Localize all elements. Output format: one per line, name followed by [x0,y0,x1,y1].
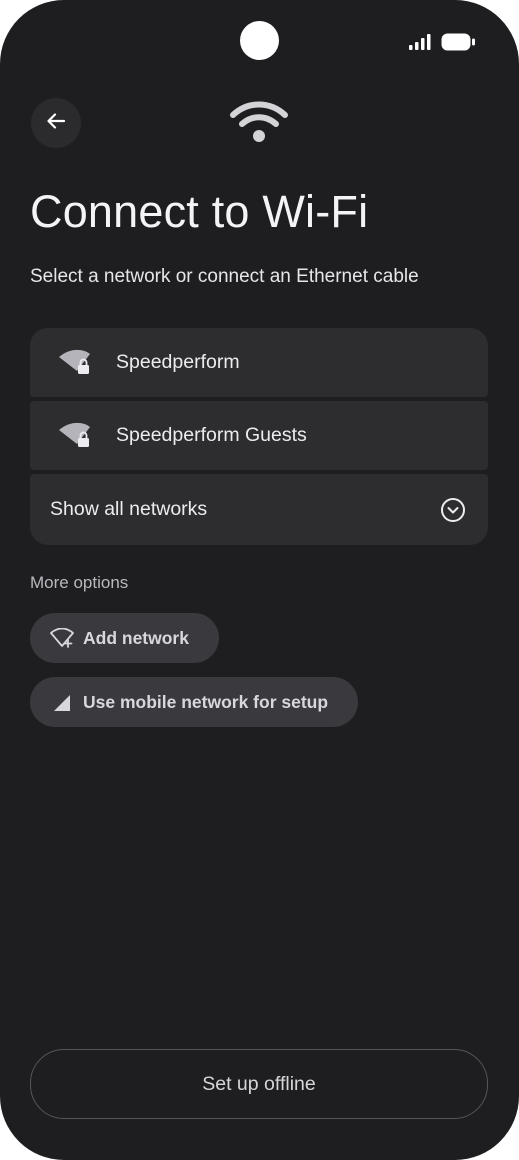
page-subtitle: Select a network or connect an Ethernet … [30,266,419,287]
show-all-networks-button[interactable]: Show all networks [30,474,488,545]
page-title: Connect to Wi-Fi [30,186,369,237]
cellular-signal-icon [409,34,431,55]
arrow-back-icon [46,111,66,136]
expand-circle-down-icon [440,497,466,523]
network-item-speedperform[interactable]: Speedperform [30,328,488,397]
use-mobile-network-label: Use mobile network for setup [83,691,329,712]
back-button[interactable] [31,98,81,148]
network-item-speedperform-guests[interactable]: Speedperform Guests [30,401,488,470]
cellular-icon [50,692,74,712]
wifi-locked-icon [58,348,94,378]
use-mobile-network-button[interactable]: Use mobile network for setup [30,677,359,727]
network-list: Speedperform Speedperform Guests Show al… [30,328,488,545]
set-up-offline-label: Set up offline [202,1072,316,1095]
more-options-heading: More options [30,573,129,592]
show-all-networks-label: Show all networks [50,498,208,520]
set-up-offline-button[interactable]: Set up offline [30,1049,488,1119]
add-network-label: Add network [83,627,189,648]
network-name: Speedperform Guests [116,424,307,446]
add-network-button[interactable]: Add network [30,613,219,663]
wifi-locked-icon [58,421,94,451]
phone-screen: Connect to Wi-Fi Select a network or con… [0,0,519,1160]
wifi-add-icon [50,628,74,648]
network-name: Speedperform [116,351,240,373]
wifi-icon [229,100,289,144]
camera-cutout [240,21,279,60]
status-bar [409,33,475,56]
battery-icon [441,33,475,56]
